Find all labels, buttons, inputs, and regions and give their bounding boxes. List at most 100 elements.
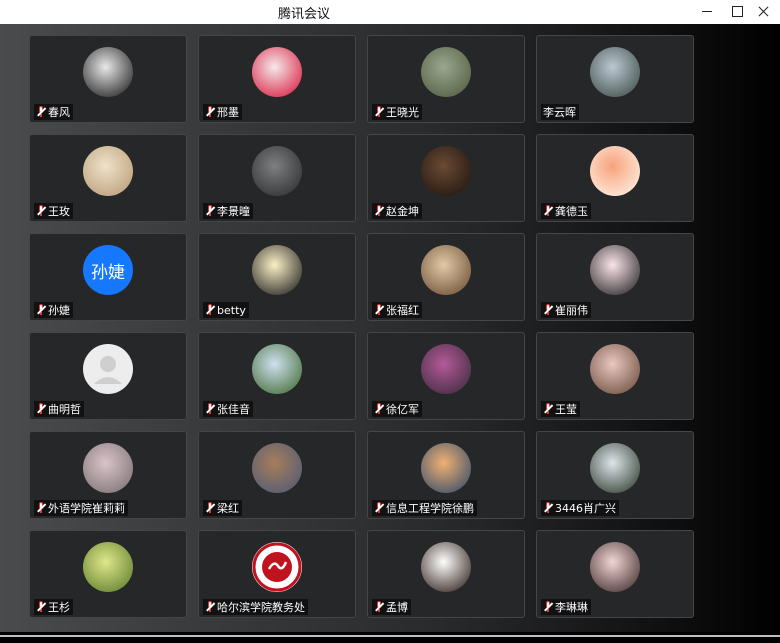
- avatar-initials: 孙婕: [91, 262, 125, 283]
- participant-avatar: [421, 344, 471, 394]
- participant-nameplate: 李琳琳: [541, 599, 591, 615]
- participant-avatar: [421, 542, 471, 592]
- participant-tile[interactable]: 3446肖广兴: [536, 431, 694, 519]
- participant-nameplate: 张佳音: [203, 401, 253, 417]
- participant-tile[interactable]: 张福红: [367, 233, 525, 321]
- participant-nameplate: 徐亿军: [372, 401, 422, 417]
- participant-tile[interactable]: 孙婕 孙婕: [29, 233, 187, 321]
- mic-muted-icon: [543, 304, 553, 316]
- participant-nameplate: 3446肖广兴: [541, 500, 619, 516]
- participant-name: 哈尔滨学院教务处: [217, 601, 305, 614]
- participant-name: 信息工程学院徐鹏: [386, 502, 474, 515]
- participant-tile[interactable]: 李琳琳: [536, 530, 694, 618]
- participant-avatar: [83, 47, 133, 97]
- participant-nameplate: 梁红: [203, 500, 242, 516]
- participant-tile[interactable]: 张佳音: [198, 332, 356, 420]
- participant-nameplate: 曲明哲: [34, 401, 84, 417]
- participant-nameplate: 信息工程学院徐鹏: [372, 500, 477, 516]
- participant-avatar: [252, 245, 302, 295]
- participant-tile[interactable]: 王玫: [29, 134, 187, 222]
- participant-nameplate: 王玫: [34, 203, 73, 219]
- participant-nameplate: 李景曈: [203, 203, 253, 219]
- participant-tile[interactable]: 哈尔滨学院教务处: [198, 530, 356, 618]
- participant-name: 张福红: [386, 304, 419, 317]
- participant-name: 王玫: [48, 205, 70, 218]
- bottom-bar: [0, 632, 780, 643]
- mic-muted-icon: [374, 304, 384, 316]
- mic-muted-icon: [205, 403, 215, 415]
- mic-muted-icon: [36, 106, 46, 118]
- participant-tile[interactable]: 赵金坤: [367, 134, 525, 222]
- participant-tile[interactable]: 李景曈: [198, 134, 356, 222]
- participant-tile[interactable]: 王晓光: [367, 35, 525, 123]
- participant-avatar: [252, 344, 302, 394]
- participant-name: 王莹: [555, 403, 577, 416]
- participant-nameplate: betty: [203, 302, 249, 318]
- participant-nameplate: 张福红: [372, 302, 422, 318]
- participant-avatar: [83, 542, 133, 592]
- participant-name: 曲明哲: [48, 403, 81, 416]
- participant-avatar: [252, 443, 302, 493]
- participant-tile[interactable]: 曲明哲: [29, 332, 187, 420]
- minimize-icon[interactable]: [695, 2, 719, 22]
- mic-muted-icon: [543, 205, 553, 217]
- mic-muted-icon: [543, 502, 553, 514]
- participant-name: 邢墨: [217, 106, 239, 119]
- participant-tile[interactable]: 龚德玉: [536, 134, 694, 222]
- participant-tile[interactable]: 梁红: [198, 431, 356, 519]
- default-user-icon: [94, 356, 122, 384]
- participant-avatar: [590, 47, 640, 97]
- mic-muted-icon: [374, 106, 384, 118]
- participant-tile[interactable]: 春风: [29, 35, 187, 123]
- participant-tile[interactable]: 崔丽伟: [536, 233, 694, 321]
- window-title: 腾讯会议: [278, 7, 331, 22]
- participant-nameplate: 赵金坤: [372, 203, 422, 219]
- participant-name: 王杉: [48, 601, 70, 614]
- participant-nameplate: 孙婕: [34, 302, 73, 318]
- participant-avatar: [590, 146, 640, 196]
- participant-nameplate: 龚德玉: [541, 203, 591, 219]
- participant-nameplate: 王杉: [34, 599, 73, 615]
- participant-name: 王晓光: [386, 106, 419, 119]
- mic-muted-icon: [36, 304, 46, 316]
- participant-nameplate: 王晓光: [372, 104, 422, 120]
- participant-avatar: [252, 146, 302, 196]
- participant-name: 赵金坤: [386, 205, 419, 218]
- participant-name: 李景曈: [217, 205, 250, 218]
- mic-muted-icon: [36, 601, 46, 613]
- participant-avatar: [83, 146, 133, 196]
- participant-nameplate: 崔丽伟: [541, 302, 591, 318]
- participant-tile[interactable]: 邢墨: [198, 35, 356, 123]
- participant-name: betty: [217, 303, 246, 317]
- mic-muted-icon: [205, 106, 215, 118]
- participant-name: 孟博: [386, 601, 408, 614]
- participant-avatar: [252, 47, 302, 97]
- video-gallery: 春风 邢墨 王晓光 李云晖 王玫 李景曈 赵金坤 龚德玉 孙婕 孙婕 betty 张福红 崔丽伟 曲明哲张…: [0, 24, 780, 632]
- participant-tile[interactable]: 外语学院崔莉莉: [29, 431, 187, 519]
- participant-name: 春风: [48, 106, 70, 119]
- participant-tile[interactable]: 王杉: [29, 530, 187, 618]
- participant-avatar: 孙婕: [83, 245, 133, 295]
- participant-name: 崔丽伟: [555, 304, 588, 317]
- participant-name: 张佳音: [217, 403, 250, 416]
- participant-tile[interactable]: 王莹: [536, 332, 694, 420]
- participant-avatar: [421, 245, 471, 295]
- maximize-icon[interactable]: [725, 2, 749, 22]
- participant-tile[interactable]: 李云晖: [536, 35, 694, 123]
- participant-name: 外语学院崔莉莉: [48, 502, 125, 515]
- mic-muted-icon: [205, 205, 215, 217]
- participant-tile[interactable]: 孟博: [367, 530, 525, 618]
- participant-avatar: [83, 344, 133, 394]
- participant-tile[interactable]: 信息工程学院徐鹏: [367, 431, 525, 519]
- mic-muted-icon: [205, 304, 215, 316]
- title-bar: 腾讯会议: [0, 0, 780, 24]
- participant-name: 3446肖广兴: [555, 502, 616, 515]
- participant-nameplate: 哈尔滨学院教务处: [203, 599, 308, 615]
- participant-avatar: [83, 443, 133, 493]
- participant-name: 李云晖: [543, 106, 576, 119]
- participant-tile[interactable]: betty: [198, 233, 356, 321]
- participant-tile[interactable]: 徐亿军: [367, 332, 525, 420]
- close-icon[interactable]: [752, 2, 776, 22]
- mic-muted-icon: [374, 601, 384, 613]
- participant-avatar: [590, 542, 640, 592]
